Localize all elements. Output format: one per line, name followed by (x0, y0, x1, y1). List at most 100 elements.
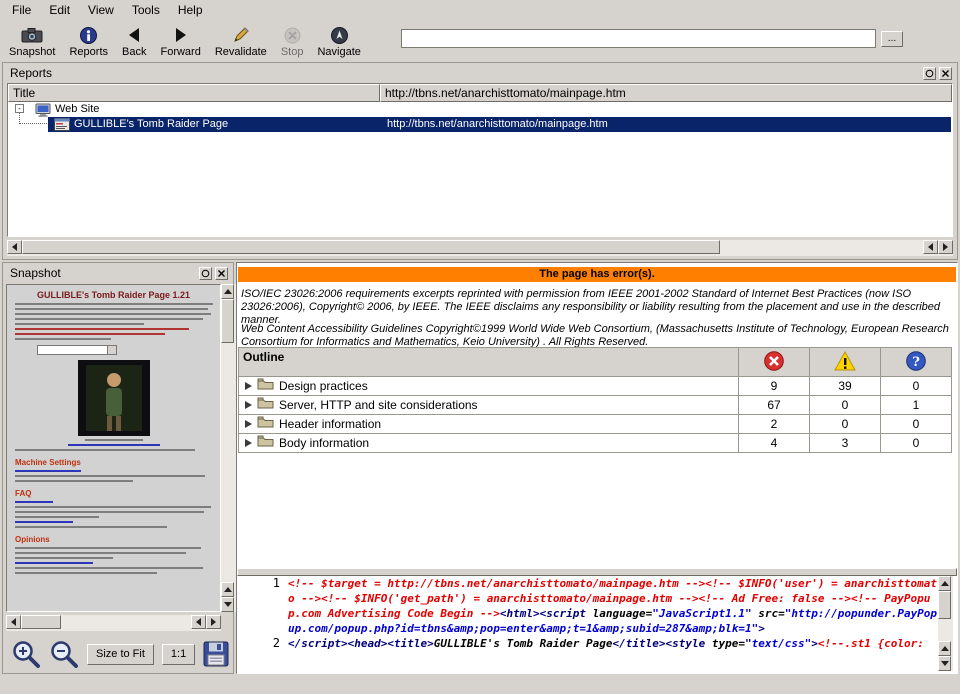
up-arrow-icon (941, 581, 949, 586)
toolbar-back-button[interactable]: Back (115, 22, 153, 60)
scrollbar-track[interactable] (21, 615, 191, 631)
expand-triangle-icon[interactable] (245, 439, 252, 447)
code-segment-text: GULLIBLE's Tomb Raider Page (434, 637, 613, 650)
questions-column-header: ? (881, 348, 952, 377)
reports-horizontal-scrollbar[interactable] (7, 240, 953, 256)
back-arrow-icon (126, 25, 142, 45)
outline-row[interactable]: Design practices 9 39 0 (239, 377, 952, 396)
toolbar-label: Navigate (317, 46, 360, 58)
folder-icon (257, 434, 274, 452)
text-line-placeholder (15, 480, 133, 482)
error-count: 9 (739, 377, 810, 396)
copyright-paragraph: ISO/IEC 23026:2006 requirements excerpts… (241, 288, 949, 327)
tree-item-label: GULLIBLE's Tomb Raider Page (74, 118, 228, 130)
application-window: File Edit View Tools Help Snapshot Repor… (0, 0, 960, 694)
report-icon (80, 25, 97, 45)
zoom-in-icon (11, 639, 41, 669)
menu-help[interactable]: Help (169, 1, 212, 19)
snapshot-panel: Snapshot GULLIBLE's Tomb Raider Page 1.2… (2, 262, 234, 674)
scroll-down-button[interactable] (938, 656, 951, 671)
forward-arrow-icon (173, 25, 189, 45)
dock-float-button[interactable] (199, 267, 212, 280)
float-icon (925, 69, 934, 78)
scrollbar-track[interactable] (22, 240, 923, 256)
toolbar-snapshot-button[interactable]: Snapshot (2, 22, 62, 60)
scrollbar-track[interactable] (221, 299, 236, 582)
snapshot-horizontal-scrollbar[interactable] (6, 615, 221, 631)
dock-close-button[interactable] (939, 67, 952, 80)
scroll-up-button[interactable] (938, 576, 951, 591)
one-to-one-button[interactable]: 1:1 (162, 644, 195, 665)
toolbar-stop-button[interactable]: Stop (274, 22, 311, 60)
outline-row[interactable]: Header information 2 0 0 (239, 415, 952, 434)
outline-row[interactable]: Server, HTTP and site considerations 67 … (239, 396, 952, 415)
toolbar-forward-button[interactable]: Forward (153, 22, 207, 60)
scroll-up-button[interactable] (938, 641, 951, 656)
tree-expander[interactable]: - (15, 104, 24, 113)
toolbar-reports-button[interactable]: Reports (62, 22, 115, 60)
menu-file[interactable]: File (3, 1, 40, 19)
browse-button[interactable]: ... (881, 31, 903, 47)
scroll-up-button[interactable] (221, 284, 234, 299)
scrollbar-track[interactable] (938, 591, 953, 641)
error-banner: The page has error(s). (238, 267, 956, 282)
menu-view[interactable]: View (79, 1, 123, 19)
toolbar-label: Snapshot (9, 46, 55, 58)
snapshot-page-preview[interactable]: GULLIBLE's Tomb Raider Page 1.21 Machine… (6, 284, 221, 612)
scroll-right-button[interactable] (938, 240, 953, 254)
tree-item-website[interactable]: - Web Site (8, 102, 952, 117)
scrollbar-thumb[interactable] (938, 591, 951, 619)
code-segment-attr: src= (752, 607, 785, 620)
outline-row[interactable]: Body information 4 3 0 (239, 434, 952, 453)
reports-titlebar: Reports (4, 64, 956, 81)
zoom-in-button[interactable] (11, 639, 41, 669)
column-header-url[interactable]: http://tbns.net/anarchisttomato/mainpage… (380, 84, 952, 102)
url-input[interactable] (401, 29, 876, 48)
source-vertical-scrollbar[interactable] (938, 576, 953, 671)
expand-triangle-icon[interactable] (245, 420, 252, 428)
close-icon (941, 69, 950, 78)
outline-table: Outline ? Design practices 9 39 0 Server… (238, 347, 952, 453)
text-line-placeholder (15, 521, 73, 523)
line-number: 1 (238, 576, 288, 636)
expand-triangle-icon[interactable] (245, 382, 252, 390)
warning-count: 0 (810, 396, 881, 415)
scroll-right-button[interactable] (206, 615, 221, 629)
dock-float-button[interactable] (923, 67, 936, 80)
text-line-placeholder (15, 552, 186, 554)
save-snapshot-button[interactable] (203, 641, 229, 667)
line-number: 2 (238, 636, 288, 651)
scroll-left-button[interactable] (923, 240, 938, 254)
tree-item-page[interactable]: GULLIBLE's Tomb Raider Page http://tbns.… (8, 117, 952, 132)
menu-edit[interactable]: Edit (40, 1, 79, 19)
left-arrow-icon (12, 243, 17, 251)
toolbar-label: Forward (160, 46, 200, 58)
menu-tools[interactable]: Tools (123, 1, 169, 19)
column-header-title[interactable]: Title (8, 84, 380, 102)
splitter-handle[interactable] (237, 568, 957, 576)
dock-close-button[interactable] (215, 267, 228, 280)
scroll-up-button[interactable] (221, 582, 234, 597)
toolbar-navigate-button[interactable]: Navigate (310, 22, 367, 60)
snapshot-vertical-scrollbar[interactable] (221, 284, 236, 612)
code-segment-comment: <!--.st1 {color: (818, 637, 924, 650)
scroll-left-button[interactable] (191, 615, 206, 629)
zoom-out-button[interactable] (49, 639, 79, 669)
scroll-left-button[interactable] (6, 615, 21, 629)
scroll-down-button[interactable] (221, 597, 234, 612)
code-segment-tag: <style (666, 637, 706, 650)
scroll-left-button[interactable] (7, 240, 22, 254)
reports-title: Reports (10, 66, 52, 80)
source-code-view[interactable]: 1 <!-- $target = http://tbns.net/anarchi… (238, 576, 938, 671)
code-segment-comment: <!-- $target = http://tbns.net/anarchist… (288, 577, 705, 590)
text-line-placeholder (15, 547, 201, 549)
size-to-fit-button[interactable]: Size to Fit (87, 644, 154, 665)
expand-triangle-icon[interactable] (245, 401, 252, 409)
scrollbar-thumb[interactable] (221, 299, 234, 343)
code-segment-value: "JavaScript1.1" (652, 607, 751, 620)
question-count: 0 (881, 434, 952, 453)
scrollbar-thumb[interactable] (22, 240, 720, 254)
text-line-placeholder (15, 328, 189, 330)
scrollbar-thumb[interactable] (21, 615, 61, 629)
toolbar-revalidate-button[interactable]: Revalidate (208, 22, 274, 60)
